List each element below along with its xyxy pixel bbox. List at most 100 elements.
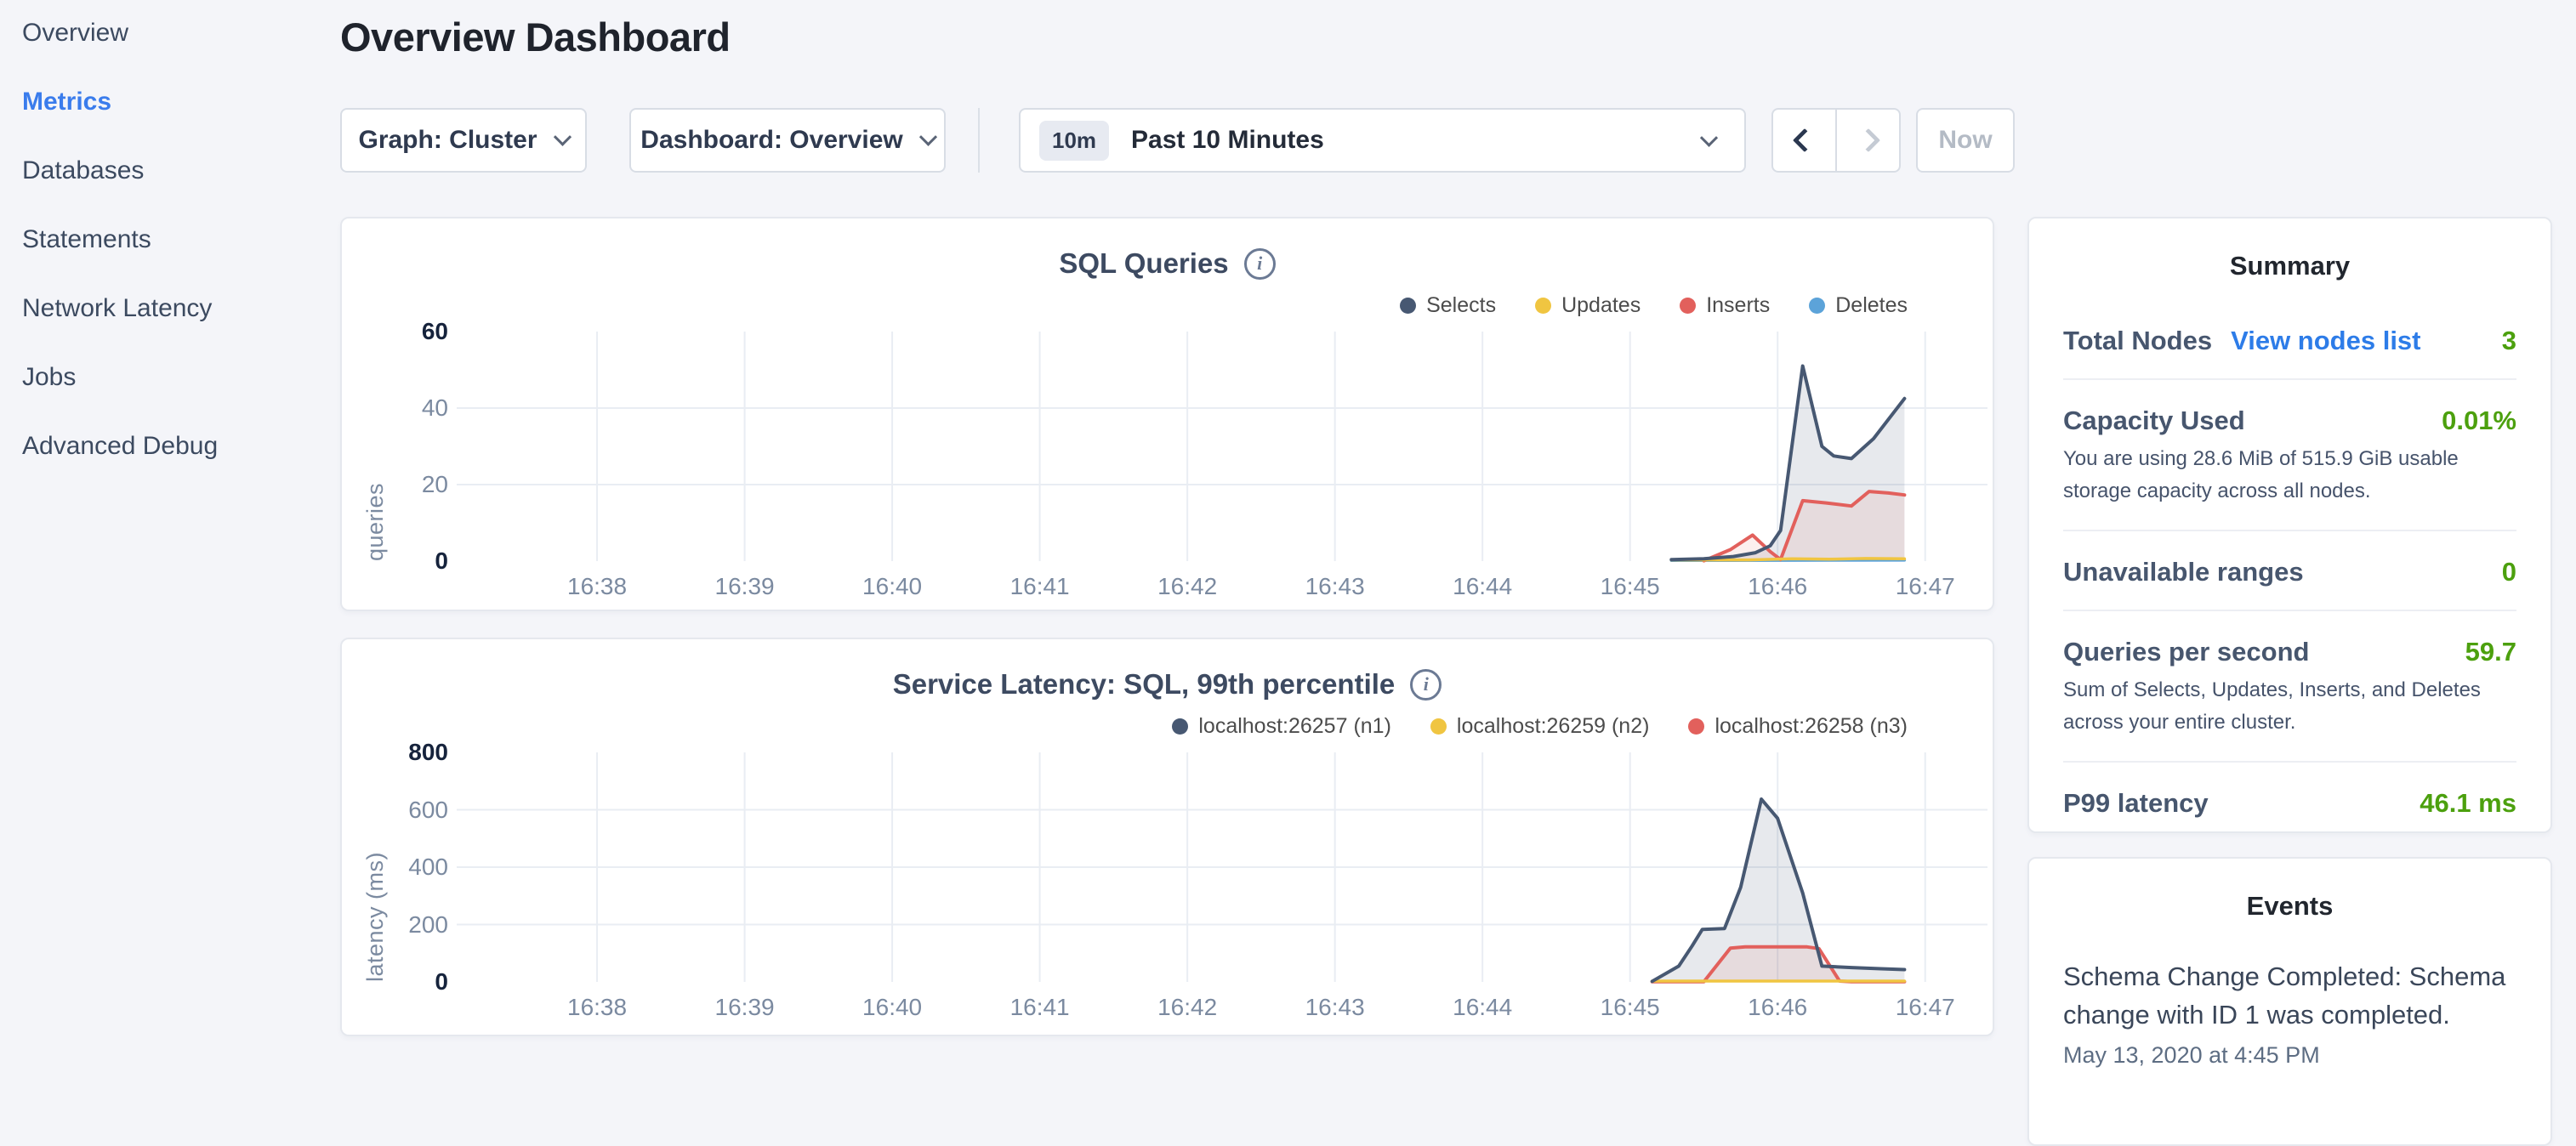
time-prev-button[interactable] <box>1773 110 1835 171</box>
summary-row-label: Unavailable ranges <box>2063 557 2304 587</box>
time-range-dropdown[interactable]: 10m Past 10 Minutes <box>1019 108 1746 173</box>
y-tick-label: 400 <box>346 854 448 881</box>
summary-row-p99-latency: P99 latency 46.1 ms <box>2063 763 2516 841</box>
sidebar-item-advanced-debug[interactable]: Advanced Debug <box>22 430 218 462</box>
sidebar-item-metrics[interactable]: Metrics <box>22 86 111 118</box>
y-tick-label: 40 <box>346 394 448 422</box>
y-tick-label: 60 <box>346 318 448 345</box>
summary-row-header: P99 latency 46.1 ms <box>2063 763 2516 819</box>
events-title: Events <box>2063 859 2516 922</box>
chart-legend: Selects Updates Inserts Deletes <box>1400 293 1908 318</box>
dashboard-dropdown[interactable]: Dashboard: Overview <box>629 108 946 173</box>
chart-legend: localhost:26257 (n1) localhost:26259 (n2)… <box>1172 714 1908 739</box>
legend-dot-icon <box>1688 718 1704 735</box>
x-tick-label: 16:43 <box>1276 573 1395 600</box>
summary-row-description: You are using 28.6 MiB of 515.9 GiB usab… <box>2063 443 2516 508</box>
summary-row-label: P99 latency <box>2063 788 2209 819</box>
summary-row-value: 3 <box>2502 326 2516 356</box>
summary-rows: Total Nodes View nodes list 3 Capacity Used… <box>2063 300 2516 841</box>
summary-row-spacer <box>2063 587 2516 610</box>
summary-row-label: Total Nodes <box>2063 326 2212 356</box>
y-tick-label: 20 <box>346 471 448 498</box>
summary-row-value: 46.1 ms <box>2420 788 2516 819</box>
x-tick-label: 16:44 <box>1423 573 1542 600</box>
now-button[interactable]: Now <box>1916 108 2015 173</box>
summary-row-value: 0 <box>2502 557 2516 587</box>
chevron-down-icon <box>919 128 937 145</box>
x-tick-label: 16:38 <box>537 573 657 600</box>
event-text: Schema Change Completed: Schema change w… <box>2063 957 2516 1034</box>
y-tick-label: 0 <box>346 547 448 575</box>
x-tick-label: 16:41 <box>981 573 1100 600</box>
legend-label: Deletes <box>1835 293 1908 318</box>
info-icon[interactable] <box>1410 669 1442 701</box>
legend-item-localhost-26258-n3: localhost:26258 (n3) <box>1688 714 1908 739</box>
summary-row-spacer <box>2063 508 2516 530</box>
events-panel: Events Schema Change Completed: Schema c… <box>2027 857 2552 1146</box>
sql-queries-chart-card: SQL Queries Selects Updates Inserts Deletes… <box>340 217 1994 611</box>
legend-dot-icon <box>1680 298 1696 314</box>
sidebar-item-overview[interactable]: Overview <box>22 17 128 49</box>
y-axis-ticks: 0204060 <box>342 332 450 561</box>
summary-panel: Summary Total NodesView nodes list3Capac… <box>2027 217 2552 833</box>
chart-title: SQL Queries <box>1059 247 1228 280</box>
summary-row-spacer <box>2063 739 2516 761</box>
summary-row-header: Total Nodes View nodes list 3 <box>2063 300 2516 356</box>
summary-row-value: 0.01% <box>2442 406 2516 436</box>
legend-label: Updates <box>1561 293 1641 318</box>
sidebar-item-databases[interactable]: Databases <box>22 155 144 187</box>
sidebar-item-jobs[interactable]: Jobs <box>22 361 76 394</box>
x-tick-label: 16:39 <box>685 994 805 1021</box>
x-tick-label: 16:38 <box>537 994 657 1021</box>
legend-item-inserts: Inserts <box>1680 293 1770 318</box>
chart-canvas <box>457 752 1987 982</box>
toolbar-divider <box>978 108 980 173</box>
x-tick-label: 16:46 <box>1718 994 1837 1021</box>
app-root: Overview Metrics Databases Statements Networ… <box>0 0 2576 1051</box>
x-tick-label: 16:39 <box>685 573 805 600</box>
summary-row-header: Capacity Used 0.01% <box>2063 380 2516 436</box>
summary-row-queries-per-second: Queries per second59.7Sum of Selects, Up… <box>2063 611 2516 763</box>
summary-row-total-nodes: Total Nodes View nodes list 3 <box>2063 300 2516 380</box>
chart-plot-area[interactable]: 16:3816:3916:4016:4116:4216:4316:4416:45… <box>457 332 1987 561</box>
legend-dot-icon <box>1809 298 1825 314</box>
legend-dot-icon <box>1172 718 1188 735</box>
y-tick-label: 800 <box>346 739 448 766</box>
y-tick-label: 200 <box>346 911 448 939</box>
info-icon[interactable] <box>1244 248 1276 280</box>
sidebar-item-statements[interactable]: Statements <box>22 224 151 256</box>
legend-label: localhost:26259 (n2) <box>1457 714 1650 739</box>
legend-label: localhost:26257 (n1) <box>1198 714 1391 739</box>
x-tick-label: 16:42 <box>1128 573 1247 600</box>
x-tick-label: 16:47 <box>1866 573 1985 600</box>
summary-row-label: Capacity Used <box>2063 406 2245 436</box>
legend-label: Inserts <box>1706 293 1770 318</box>
x-tick-label: 16:45 <box>1571 573 1690 600</box>
page-title: Overview Dashboard <box>340 14 731 60</box>
summary-row-label: Queries per second <box>2063 637 2309 667</box>
time-range-label: Past 10 Minutes <box>1131 126 1324 155</box>
chevron-down-icon <box>553 128 571 145</box>
chart-canvas <box>457 332 1987 561</box>
sidebar-item-network-latency[interactable]: Network Latency <box>22 292 212 325</box>
y-tick-label: 600 <box>346 797 448 824</box>
x-tick-label: 16:47 <box>1866 994 1985 1021</box>
legend-item-selects: Selects <box>1400 293 1496 318</box>
summary-row-header: Queries per second59.7 <box>2063 611 2516 667</box>
summary-row-unavailable-ranges: Unavailable ranges 0 <box>2063 531 2516 611</box>
summary-row-link[interactable]: View nodes list <box>2231 326 2420 356</box>
chevron-down-icon <box>1700 129 1718 147</box>
chevron-left-icon <box>1792 128 1816 152</box>
event-list-item[interactable]: Schema Change Completed: Schema change w… <box>2063 957 2516 1069</box>
graph-scope-dropdown[interactable]: Graph: Cluster <box>340 108 587 173</box>
legend-item-localhost-26259-n2: localhost:26259 (n2) <box>1430 714 1650 739</box>
x-tick-label: 16:42 <box>1128 994 1247 1021</box>
legend-dot-icon <box>1400 298 1416 314</box>
x-tick-label: 16:40 <box>833 573 952 600</box>
chart-plot-area[interactable]: 16:3816:3916:4016:4116:4216:4316:4416:45… <box>457 752 1987 982</box>
time-next-button[interactable] <box>1835 110 1899 171</box>
x-tick-label: 16:44 <box>1423 994 1542 1021</box>
summary-row-spacer <box>2063 356 2516 378</box>
legend-label: Selects <box>1426 293 1496 318</box>
summary-row-header: Unavailable ranges 0 <box>2063 531 2516 587</box>
